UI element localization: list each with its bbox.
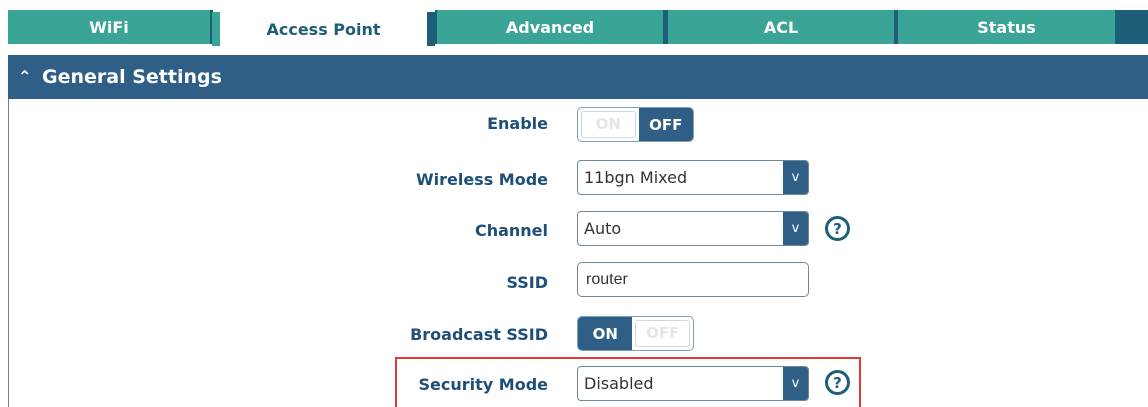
chevron-up-icon: ⌃ [18, 66, 32, 86]
security-mode-select[interactable]: Disabled v [577, 366, 809, 401]
chevron-down-icon[interactable]: v [783, 367, 808, 400]
broadcast-ssid-label: Broadcast SSID [410, 325, 548, 344]
broadcast-ssid-toggle-off[interactable]: OFF [635, 320, 690, 347]
help-icon[interactable]: ? [825, 216, 850, 241]
channel-value: Auto [584, 219, 622, 238]
enable-toggle-off[interactable]: OFF [638, 108, 693, 141]
help-icon[interactable]: ? [825, 370, 850, 395]
tab-wifi[interactable]: WiFi [8, 10, 210, 44]
ssid-input[interactable] [577, 262, 809, 297]
ssid-label: SSID [506, 273, 548, 292]
tab-advanced[interactable]: Advanced [437, 10, 663, 44]
enable-toggle-on[interactable]: ON [581, 111, 636, 138]
broadcast-ssid-toggle-on[interactable]: ON [578, 317, 633, 350]
page-root: { "tabs": [ {"label": "WiFi"}, {"label":… [0, 0, 1148, 407]
wireless-mode-value: 11bgn Mixed [584, 168, 688, 187]
general-settings-panel [8, 99, 1148, 407]
channel-label: Channel [474, 221, 548, 240]
chevron-down-icon[interactable]: v [783, 212, 808, 245]
chevron-down-icon[interactable]: v [783, 161, 808, 194]
section-title: General Settings [42, 66, 222, 88]
enable-toggle[interactable]: ON OFF [577, 107, 694, 142]
broadcast-ssid-toggle[interactable]: ON OFF [577, 316, 694, 351]
channel-select[interactable]: Auto v [577, 211, 809, 246]
tab-status[interactable]: Status [898, 10, 1115, 44]
security-mode-label: Security Mode [418, 375, 549, 394]
tab-bar: WiFi Access Point Advanced ACL Status [0, 0, 1148, 46]
tab-divider [1115, 10, 1148, 44]
tab-access-point[interactable]: Access Point [212, 12, 435, 46]
general-settings-header[interactable]: ⌃ General Settings [8, 55, 1148, 99]
wireless-mode-label: Wireless Mode [415, 170, 548, 189]
tab-acl[interactable]: ACL [668, 10, 894, 44]
wireless-mode-select[interactable]: 11bgn Mixed v [577, 160, 809, 195]
enable-label: Enable [487, 114, 548, 133]
security-mode-value: Disabled [584, 374, 654, 393]
